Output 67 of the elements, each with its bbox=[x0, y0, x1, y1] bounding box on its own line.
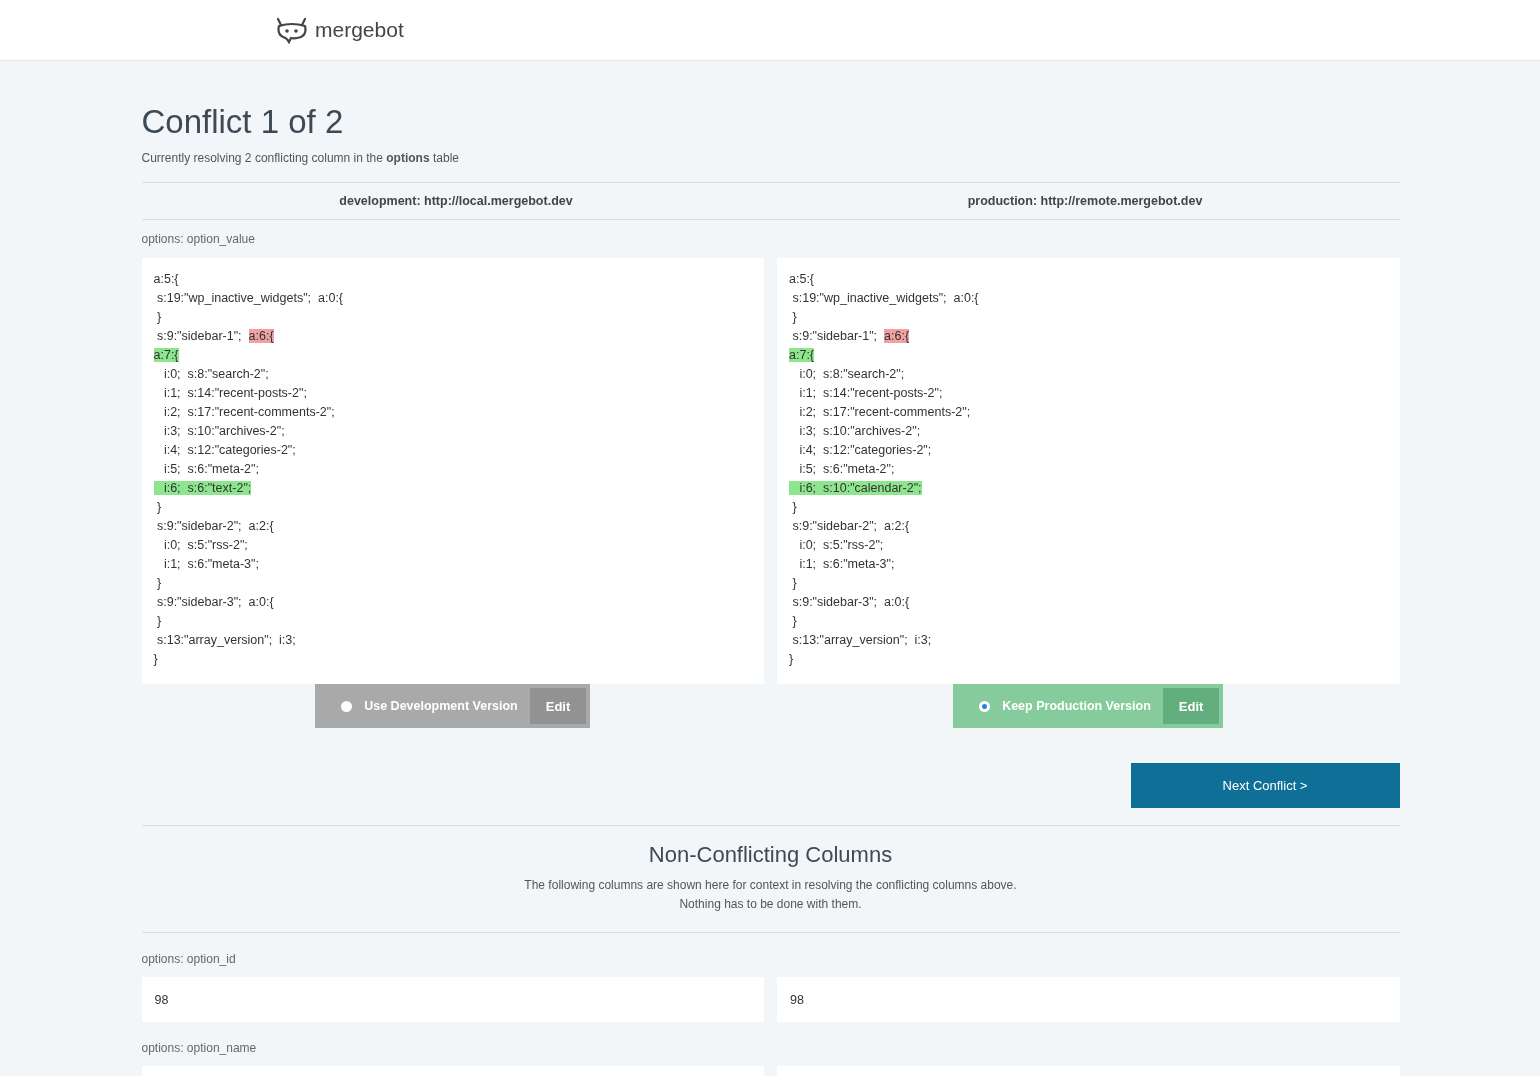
code-text: i:2; s:17:"recent-comments-2"; bbox=[162, 405, 335, 419]
code-text: i:4; s:12:"categories-2"; bbox=[162, 443, 296, 457]
code-text: s:19:"wp_inactive_widgets"; a:0:{ bbox=[155, 291, 344, 305]
code-text: s:13:"array_version"; i:3; bbox=[155, 633, 296, 647]
code-text: a:5:{ bbox=[153, 272, 179, 286]
code-text: } bbox=[155, 614, 162, 628]
removed-code: a:6:{ bbox=[248, 329, 274, 343]
code-text: s:9:"sidebar-3"; a:0:{ bbox=[155, 595, 274, 609]
code-text: i:4; s:12:"categories-2"; bbox=[798, 443, 932, 457]
code-text: i:5; s:6:"meta-2"; bbox=[162, 462, 259, 476]
code-text: s:13:"array_version"; i:3; bbox=[791, 633, 932, 647]
logo-text: mergebot bbox=[315, 18, 404, 42]
code-text: i:1; s:14:"recent-posts-2"; bbox=[798, 386, 943, 400]
choice-label: Keep Production Version bbox=[1002, 699, 1151, 713]
choice-label: Use Development Version bbox=[364, 699, 518, 713]
section-title: Non-Conflicting Columns bbox=[647, 842, 894, 868]
code-text: } bbox=[791, 576, 797, 590]
code-text: i:0; s:8:"search-2"; bbox=[798, 367, 905, 381]
edit-button[interactable]: Edit bbox=[1162, 688, 1220, 724]
code-text: } bbox=[155, 576, 162, 590]
code-text: i:0; s:8:"search-2"; bbox=[162, 367, 269, 381]
code-text: i:1; s:6:"meta-3"; bbox=[798, 557, 895, 571]
added-code: i:6; s:6:"text-2"; bbox=[153, 481, 252, 495]
code-text: i:0; s:5:"rss-2"; bbox=[798, 538, 884, 552]
code-text: } bbox=[155, 310, 162, 324]
code-text: i:1; s:14:"recent-posts-2"; bbox=[162, 386, 307, 400]
added-code: i:6; s:10:"calendar-2"; bbox=[789, 481, 922, 495]
code-text: } bbox=[791, 310, 797, 324]
removed-code: a:6:{ bbox=[884, 329, 910, 343]
page-subtitle: Currently resolving 2 conflicting column in the options table bbox=[141, 151, 460, 165]
code-text: i:5; s:6:"meta-2"; bbox=[798, 462, 895, 476]
radio-icon bbox=[979, 700, 991, 712]
code-text: i:0; s:5:"rss-2"; bbox=[162, 538, 248, 552]
column-label: options: option_name bbox=[141, 1041, 258, 1055]
version-choice[interactable]: Keep Production Version Edit bbox=[953, 684, 1224, 728]
page-title: Conflict 1 of 2 bbox=[141, 103, 345, 141]
code-text: s:9:"sidebar-3"; a:0:{ bbox=[791, 595, 910, 609]
code-text: i:2; s:17:"recent-comments-2"; bbox=[798, 405, 971, 419]
code-text: s:9:"sidebar-1"; bbox=[791, 329, 879, 343]
added-code: a:7:{ bbox=[789, 348, 815, 362]
environment-heading: development: http://local.mergebot.dev bbox=[338, 193, 574, 210]
column-label: options: option_value bbox=[141, 232, 256, 246]
column-label: options: option_id bbox=[141, 952, 237, 966]
version-choice[interactable]: Use Development Version Edit bbox=[315, 684, 591, 728]
robot-logo-icon bbox=[275, 16, 309, 44]
code-text: s:19:"wp_inactive_widgets"; a:0:{ bbox=[791, 291, 979, 305]
radio-icon bbox=[341, 700, 353, 712]
code-text: i:1; s:6:"meta-3"; bbox=[162, 557, 259, 571]
edit-button[interactable]: Edit bbox=[529, 688, 587, 724]
value-text: 98 bbox=[154, 992, 169, 1007]
code-text: s:9:"sidebar-2"; a:2:{ bbox=[791, 519, 910, 533]
section-description: The following columns are shown here for context in resolving the conflicting columns above. bbox=[523, 877, 1018, 894]
code-text: s:9:"sidebar-2"; a:2:{ bbox=[155, 519, 274, 533]
code-text: } bbox=[789, 652, 794, 666]
next-conflict-button[interactable]: Next Conflict > bbox=[1130, 763, 1400, 808]
code-text: i:3; s:10:"archives-2"; bbox=[798, 424, 921, 438]
code-text: } bbox=[153, 652, 158, 666]
added-code: a:7:{ bbox=[153, 348, 179, 362]
code-text: } bbox=[791, 614, 797, 628]
value-text: 98 bbox=[790, 992, 804, 1007]
section-description: Nothing has to be done with them. bbox=[678, 896, 863, 913]
environment-heading: production: http://remote.mergebot.dev bbox=[966, 193, 1204, 210]
code-text: i:3; s:10:"archives-2"; bbox=[162, 424, 285, 438]
code-text: } bbox=[791, 500, 797, 514]
code-text: a:5:{ bbox=[789, 272, 815, 286]
code-text: } bbox=[155, 500, 162, 514]
code-text: s:9:"sidebar-1"; bbox=[155, 329, 243, 343]
